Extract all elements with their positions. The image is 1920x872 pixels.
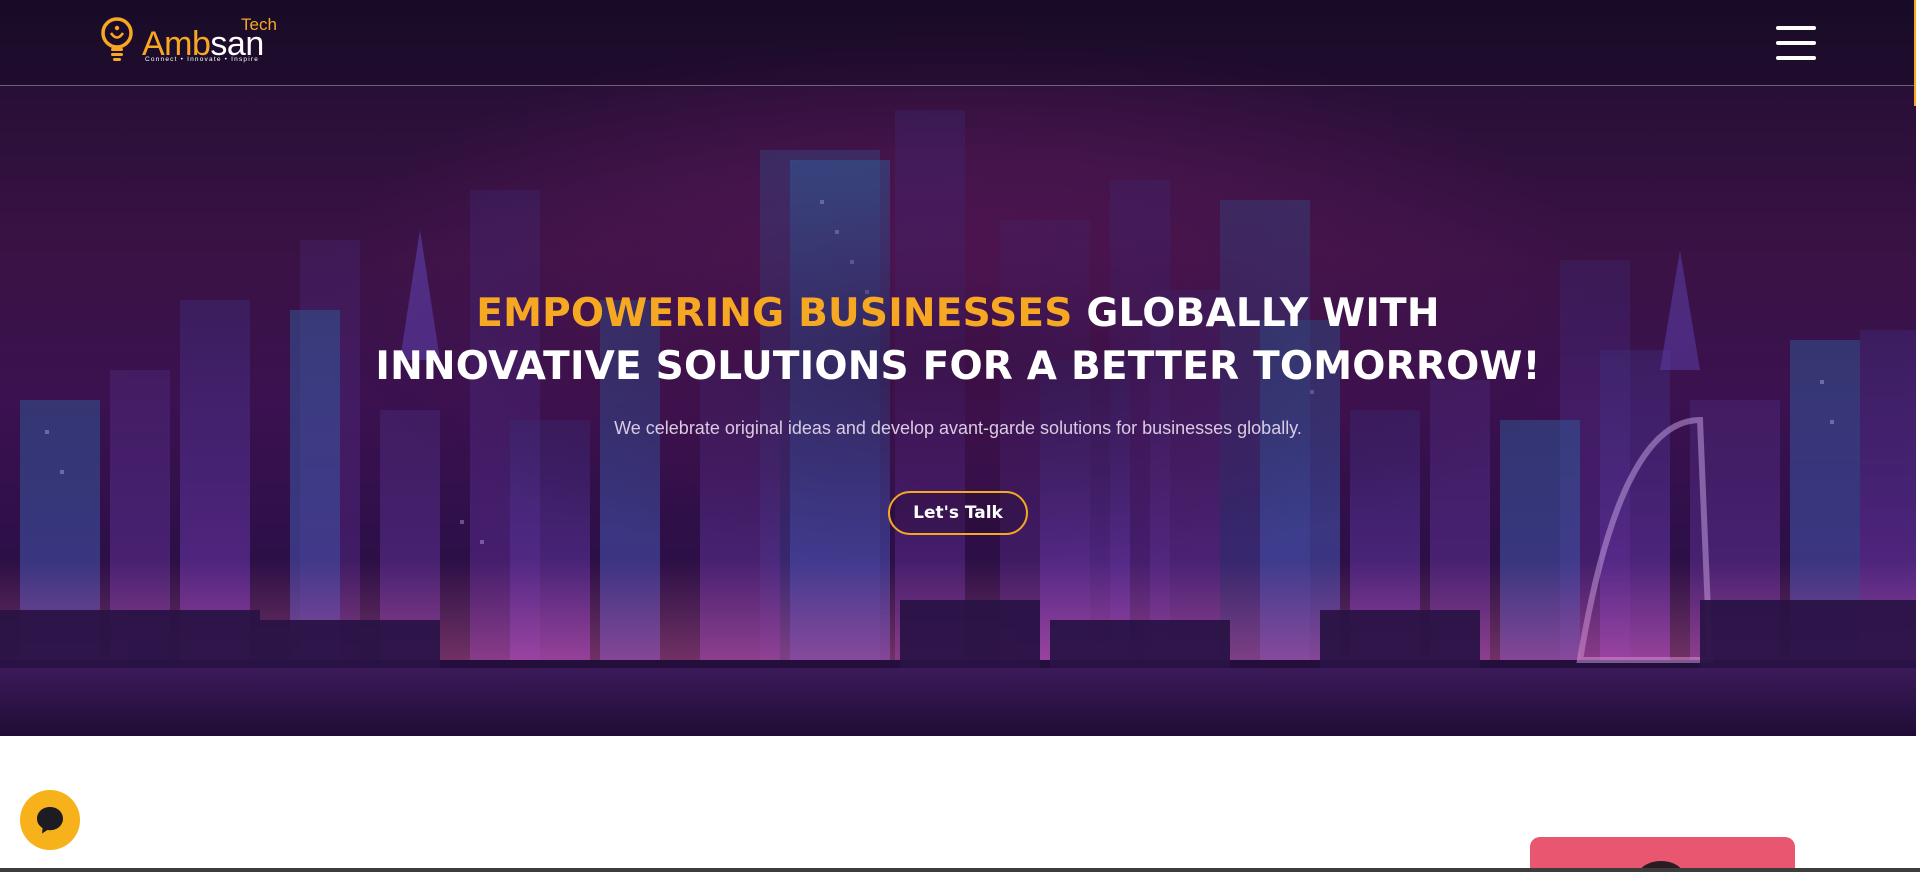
testimonial-card-preview [1530, 837, 1795, 872]
hamburger-menu-icon-bar-top [1776, 26, 1816, 30]
scrollbar-thumb[interactable] [1914, 0, 1916, 106]
hero-headline: EMPOWERING BUSINESSES GLOBALLY WITH INNO… [0, 287, 1916, 393]
hamburger-menu-icon-bar-bottom [1776, 56, 1816, 60]
hamburger-menu-button[interactable] [1776, 26, 1816, 60]
lets-talk-button[interactable]: Let's Talk [888, 491, 1028, 535]
headline-line1-rest: GLOBALLY WITH [1086, 291, 1440, 336]
lightbulb-icon [101, 17, 133, 61]
chat-bubble-icon [37, 807, 63, 834]
chat-widget-button[interactable] [20, 790, 80, 850]
hero-subtext: We celebrate original ideas and develop … [614, 418, 1302, 438]
site-header: Tech Ambsan Connect • Innovate • Inspire [0, 0, 1916, 86]
headline-accent: EMPOWERING BUSINESSES [476, 291, 1073, 336]
window-bottom-edge [0, 868, 1920, 872]
logo-tagline: Connect • Innovate • Inspire [145, 56, 260, 63]
ambsan-tech-logo[interactable]: Tech Ambsan Connect • Innovate • Inspire [100, 16, 300, 66]
headline-line2: INNOVATIVE SOLUTIONS FOR A BETTER TOMORR… [375, 344, 1541, 389]
hamburger-menu-icon-bar-middle [1776, 41, 1816, 45]
